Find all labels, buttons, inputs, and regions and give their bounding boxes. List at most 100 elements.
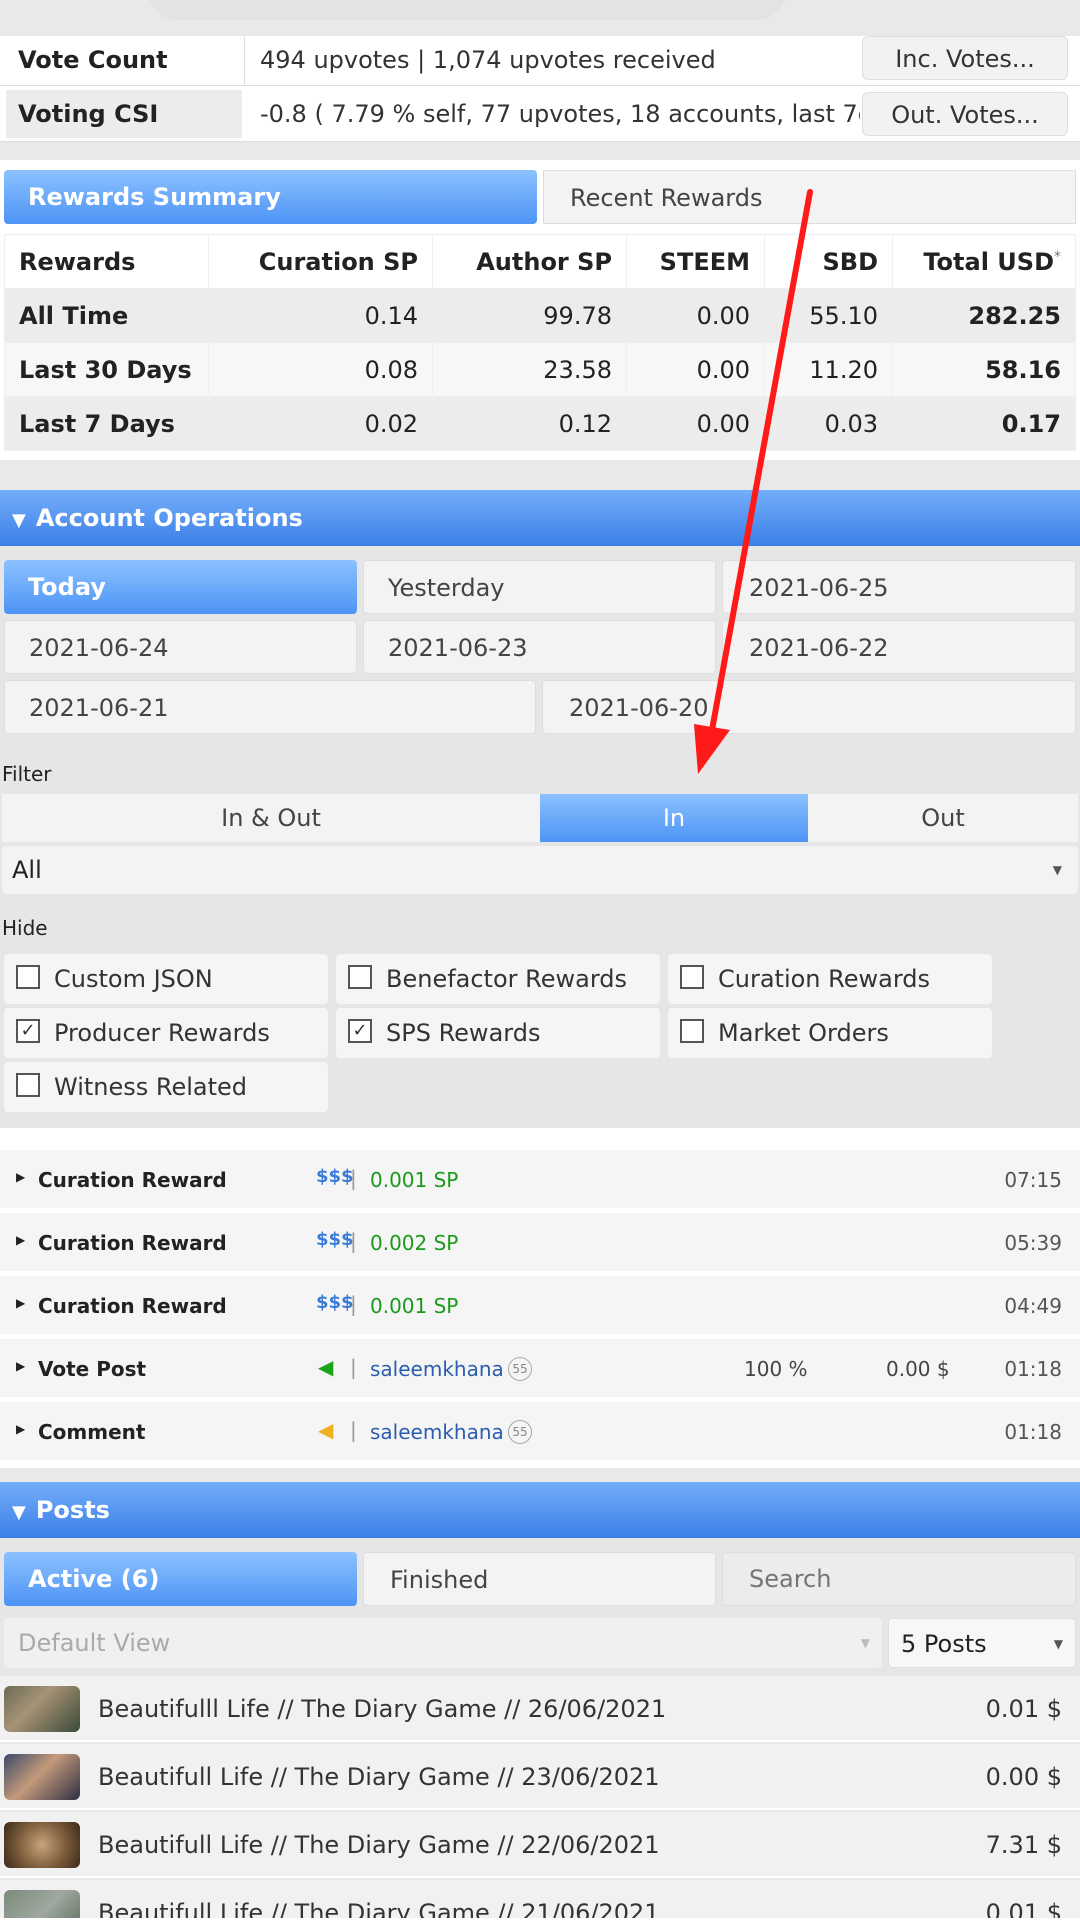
hide-option-sps-rewards[interactable]: ✓ SPS Rewards bbox=[336, 1008, 660, 1058]
col-total-usd-label: Total USD bbox=[923, 247, 1054, 276]
hide-option-benefactor-rewards[interactable]: Benefactor Rewards bbox=[336, 954, 660, 1004]
expand-arrow-icon[interactable]: ▶ bbox=[16, 1233, 25, 1247]
separator: | bbox=[350, 1166, 357, 1190]
operation-row[interactable]: ▶ Vote Post ◀ | saleemkhana 55 100 % 0.0… bbox=[0, 1339, 1080, 1399]
hide-label: Hide bbox=[2, 916, 48, 940]
hide-option-label: Producer Rewards bbox=[54, 1019, 270, 1047]
hide-option-market-orders[interactable]: Market Orders bbox=[668, 1008, 992, 1058]
rewards-sbd: 55.10 bbox=[764, 288, 893, 343]
rewards-author-sp: 99.78 bbox=[432, 288, 627, 343]
view-select[interactable]: Default View ▼ bbox=[4, 1618, 882, 1668]
post-row[interactable]: Beautifull Life // The Diary Game // 21/… bbox=[0, 1880, 1080, 1920]
post-thumbnail bbox=[4, 1686, 80, 1732]
hide-option-curation-rewards[interactable]: Curation Rewards bbox=[668, 954, 992, 1004]
filter-label: Filter bbox=[2, 762, 52, 786]
checkbox-icon[interactable] bbox=[16, 1073, 40, 1097]
voting-csi-label: Voting CSI bbox=[18, 100, 159, 128]
operation-type: Comment bbox=[38, 1420, 146, 1444]
tab-date-2021-06-20[interactable]: 2021-06-20 bbox=[542, 680, 1076, 734]
rewards-total: 0.17 bbox=[892, 396, 1076, 451]
tab-date-2021-06-25[interactable]: 2021-06-25 bbox=[722, 560, 1076, 614]
post-title[interactable]: Beautifulll Life // The Diary Game // 26… bbox=[98, 1695, 666, 1723]
post-thumbnail bbox=[4, 1890, 80, 1918]
type-select-value: All bbox=[12, 856, 42, 884]
caret-down-icon: ▼ bbox=[12, 1502, 26, 1523]
post-row[interactable]: Beautifull Life // The Diary Game // 22/… bbox=[0, 1812, 1080, 1878]
tab-posts-finished[interactable]: Finished bbox=[363, 1552, 716, 1606]
account-operations-panel: Today Yesterday 2021-06-25 2021-06-24 20… bbox=[0, 546, 1080, 1128]
hide-option-witness-related[interactable]: Witness Related bbox=[4, 1062, 328, 1112]
hide-option-producer-rewards[interactable]: ✓ Producer Rewards bbox=[4, 1008, 328, 1058]
checkbox-checked-icon[interactable]: ✓ bbox=[16, 1019, 40, 1043]
expand-arrow-icon[interactable]: ▶ bbox=[16, 1422, 25, 1436]
tab-recent-rewards[interactable]: Recent Rewards bbox=[543, 170, 1076, 224]
rewards-row: Last 7 Days 0.02 0.12 0.00 0.03 0.17 bbox=[4, 396, 1076, 451]
hide-option-custom-json[interactable]: Custom JSON bbox=[4, 954, 328, 1004]
checkbox-icon[interactable] bbox=[348, 965, 372, 989]
separator: | bbox=[350, 1418, 357, 1442]
col-total-usd-asterisk: * bbox=[1054, 248, 1061, 265]
posts-count-select[interactable]: 5 Posts ▼ bbox=[888, 1618, 1076, 1668]
operation-row[interactable]: ▶ Curation Reward $$$ | 0.002 SP 05:39 bbox=[0, 1213, 1080, 1273]
rewards-row: Last 30 Days 0.08 23.58 0.00 11.20 58.16 bbox=[4, 342, 1076, 397]
filter-in-out[interactable]: In & Out bbox=[2, 794, 540, 842]
tab-date-2021-06-22[interactable]: 2021-06-22 bbox=[722, 620, 1076, 674]
steem-icon: $$$ bbox=[316, 1166, 354, 1187]
rewards-author-sp: 0.12 bbox=[432, 396, 627, 451]
tab-posts-active[interactable]: Active (6) bbox=[4, 1552, 357, 1606]
tab-rewards-summary[interactable]: Rewards Summary bbox=[4, 170, 537, 224]
type-select[interactable]: All ▼ bbox=[2, 846, 1078, 894]
posts-header[interactable]: ▼ Posts bbox=[0, 1482, 1080, 1538]
operation-row[interactable]: ▶ Curation Reward $$$ | 0.001 SP 04:49 bbox=[0, 1276, 1080, 1336]
rewards-curation-sp: 0.14 bbox=[208, 288, 433, 343]
hide-option-label: Benefactor Rewards bbox=[386, 965, 628, 993]
comment-icon: ◀ bbox=[318, 1418, 334, 1442]
post-title[interactable]: Beautifull Life // The Diary Game // 23/… bbox=[98, 1763, 660, 1791]
account-operations-header[interactable]: ▼ Account Operations bbox=[0, 490, 1080, 546]
posts-search-input[interactable] bbox=[722, 1552, 1076, 1606]
reputation-badge: 55 bbox=[508, 1357, 532, 1381]
account-link[interactable]: saleemkhana bbox=[370, 1420, 504, 1444]
filter-in[interactable]: In bbox=[540, 794, 808, 842]
checkbox-icon[interactable] bbox=[16, 965, 40, 989]
operation-row[interactable]: ▶ Comment ◀ | saleemkhana 55 01:18 bbox=[0, 1402, 1080, 1462]
operation-type: Curation Reward bbox=[38, 1231, 227, 1255]
hide-option-label: Market Orders bbox=[718, 1019, 889, 1047]
checkbox-checked-icon[interactable]: ✓ bbox=[348, 1019, 372, 1043]
post-thumbnail bbox=[4, 1754, 80, 1800]
steem-icon: $$$ bbox=[316, 1229, 354, 1250]
post-title[interactable]: Beautifull Life // The Diary Game // 22/… bbox=[98, 1831, 660, 1859]
tab-date-2021-06-24[interactable]: 2021-06-24 bbox=[4, 620, 357, 674]
filter-out[interactable]: Out bbox=[808, 794, 1078, 842]
post-title[interactable]: Beautifull Life // The Diary Game // 21/… bbox=[98, 1899, 660, 1918]
tab-date-2021-06-23[interactable]: 2021-06-23 bbox=[363, 620, 716, 674]
vote-percent: 100 % bbox=[744, 1357, 808, 1381]
tab-date-2021-06-21[interactable]: 2021-06-21 bbox=[4, 680, 536, 734]
reputation-badge: 55 bbox=[508, 1420, 532, 1444]
expand-arrow-icon[interactable]: ▶ bbox=[16, 1359, 25, 1373]
post-thumbnail bbox=[4, 1822, 80, 1868]
checkbox-icon[interactable] bbox=[680, 1019, 704, 1043]
hide-option-label: Curation Rewards bbox=[718, 965, 931, 993]
rewards-total: 282.25 bbox=[892, 288, 1076, 343]
hide-option-label: Custom JSON bbox=[54, 965, 213, 993]
operation-row[interactable]: ▶ Curation Reward $$$ | 0.001 SP 07:15 bbox=[0, 1150, 1080, 1210]
tab-date-yesterday[interactable]: Yesterday bbox=[363, 560, 716, 614]
expand-arrow-icon[interactable]: ▶ bbox=[16, 1296, 25, 1310]
col-author-sp: Author SP bbox=[432, 234, 627, 289]
post-value: 0.01 $ bbox=[985, 1695, 1062, 1723]
operation-time: 05:39 bbox=[1004, 1231, 1062, 1255]
post-row[interactable]: Beautifull Life // The Diary Game // 23/… bbox=[0, 1744, 1080, 1810]
vote-count-row: Vote Count 494 upvotes | 1,074 upvotes r… bbox=[0, 36, 1080, 86]
tab-date-today[interactable]: Today bbox=[4, 560, 357, 614]
post-row[interactable]: Beautifulll Life // The Diary Game // 26… bbox=[0, 1676, 1080, 1742]
account-link[interactable]: saleemkhana bbox=[370, 1357, 504, 1381]
posts-controls: Active (6) Finished Default View ▼ 5 Pos… bbox=[0, 1538, 1080, 1678]
out-votes-button[interactable]: Out. Votes... bbox=[862, 92, 1068, 136]
col-steem: STEEM bbox=[626, 234, 765, 289]
inc-votes-button[interactable]: Inc. Votes... bbox=[862, 36, 1068, 80]
checkbox-icon[interactable] bbox=[680, 965, 704, 989]
expand-arrow-icon[interactable]: ▶ bbox=[16, 1170, 25, 1184]
post-value: 7.31 $ bbox=[985, 1831, 1062, 1859]
account-operations-title: Account Operations bbox=[35, 504, 303, 532]
